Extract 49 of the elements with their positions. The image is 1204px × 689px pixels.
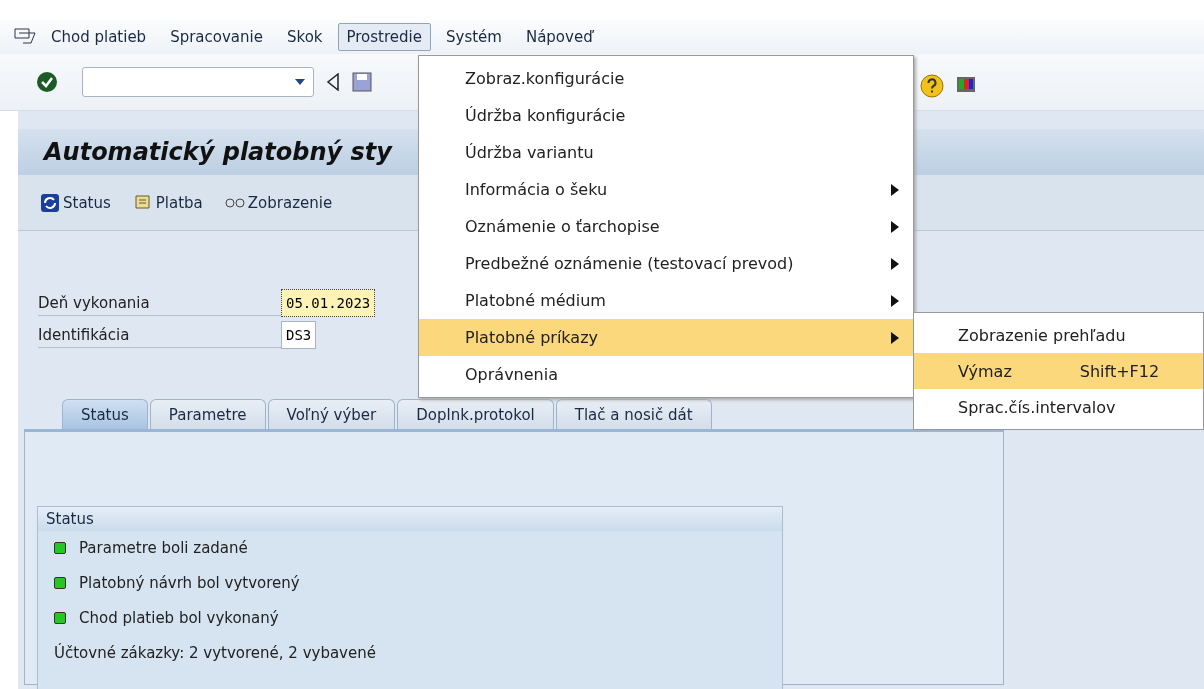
- menu-item[interactable]: Údržba konfigurácie: [419, 97, 913, 134]
- toolbar-button[interactable]: Zobrazenie: [224, 193, 333, 212]
- command-field[interactable]: [82, 67, 314, 97]
- menu-item[interactable]: Oprávnenia: [419, 356, 913, 393]
- submenu-arrow-icon: [891, 257, 899, 270]
- tab[interactable]: Tlač a nosič dát: [555, 399, 712, 429]
- menu-item[interactable]: Sprac.čís.intervalov: [914, 389, 1203, 425]
- screen-title: Automatický platobný sty: [44, 138, 392, 166]
- status-text: Platobný návrh bol vytvorený: [79, 574, 300, 592]
- submenu-arrow-icon: [891, 183, 899, 196]
- menu-item[interactable]: Predbežné oznámenie (testovací prevod): [419, 245, 913, 282]
- submenu-arrow-icon: [891, 220, 899, 233]
- submenu-arrow-icon: [891, 331, 899, 344]
- save-icon: [352, 72, 372, 92]
- toolbar-button[interactable]: Platba: [132, 192, 203, 213]
- menu-item[interactable]: Prostredie: [337, 23, 431, 51]
- toolbar-button[interactable]: Status: [40, 192, 111, 213]
- menu-item[interactable]: Zobrazenie prehľadu: [914, 317, 1203, 353]
- submenu-arrow-icon: [891, 294, 899, 307]
- menu-item[interactable]: Výmaz Shift+F12: [914, 353, 1203, 389]
- status-text: Parametre boli zadané: [79, 539, 248, 557]
- status-text: Chod platieb bol vykonaný: [79, 609, 279, 627]
- dropdown-icon: [295, 79, 305, 85]
- field-label: Deň vykonania: [38, 290, 281, 316]
- menu-item[interactable]: Údržba variantu: [419, 134, 913, 171]
- check-icon: [36, 71, 58, 93]
- group-title: Status: [38, 507, 782, 531]
- tab[interactable]: Voľný výber: [267, 399, 396, 429]
- menu-item[interactable]: Chod platieb: [42, 23, 156, 51]
- menu-item[interactable]: Spracovanie: [161, 23, 272, 51]
- input-field[interactable]: DS3: [281, 321, 317, 349]
- input-field[interactable]: 05.01.2023: [281, 289, 376, 317]
- help-icon: [920, 74, 944, 98]
- menu-item[interactable]: Oznámenie o ťarchopise: [419, 208, 913, 245]
- tab[interactable]: Status: [62, 399, 148, 429]
- menu-item[interactable]: Platobné príkazy: [419, 319, 913, 356]
- summary-text: Účtovné zákazky: 2 vytvorené, 2 vybavené: [54, 644, 377, 662]
- tab[interactable]: Parametre: [149, 399, 266, 429]
- glasses-icon: [224, 197, 245, 208]
- menu-item[interactable]: Informácia o šeku: [419, 171, 913, 208]
- tab[interactable]: Doplnk.protokol: [397, 399, 554, 429]
- back-icon: [326, 73, 340, 91]
- menu-icon: [14, 28, 36, 46]
- field-label: Identifikácia: [38, 322, 281, 348]
- menu-item[interactable]: Nápoveď: [516, 23, 602, 51]
- menu-item[interactable]: Platobné médium: [419, 282, 913, 319]
- menu-item[interactable]: Skok: [277, 23, 332, 51]
- menu-item[interactable]: Systém: [437, 23, 511, 51]
- refresh-icon: [40, 192, 60, 213]
